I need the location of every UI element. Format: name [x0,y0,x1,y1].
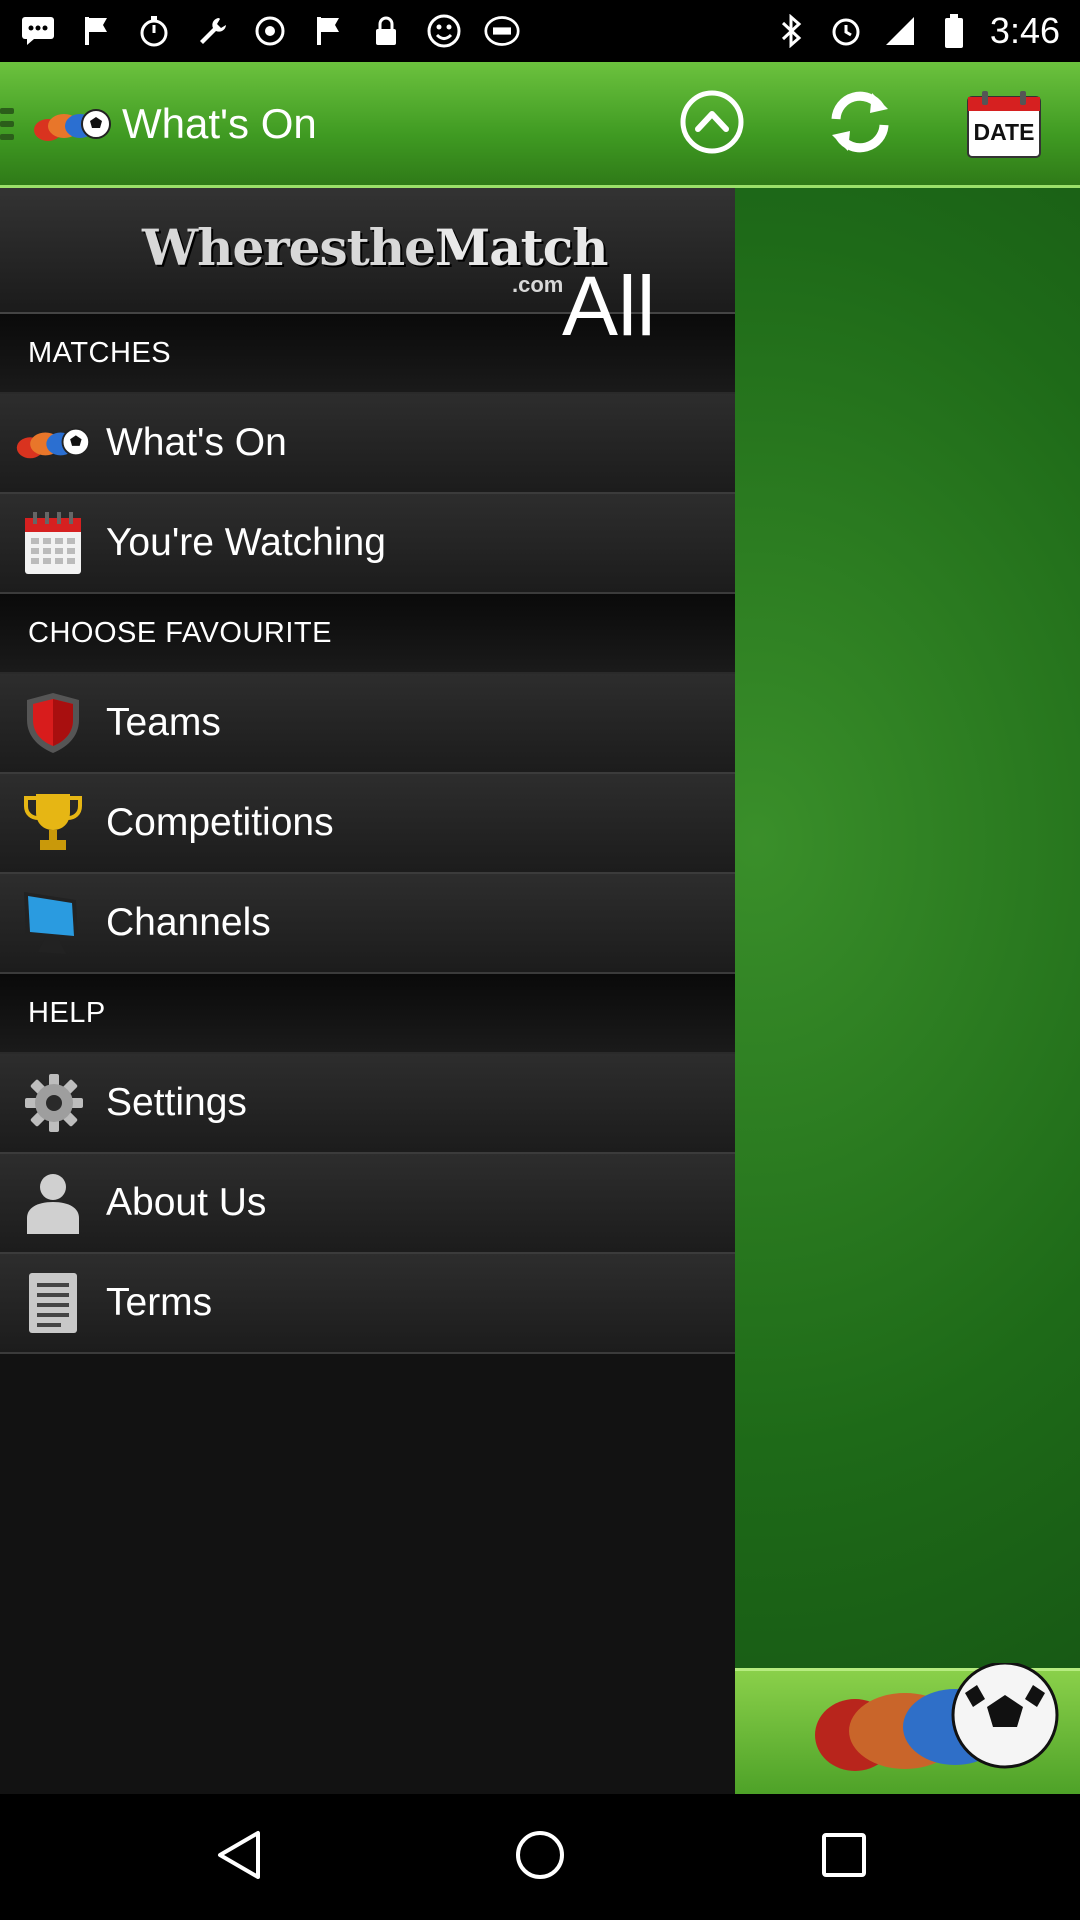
app-header: What's On DATE [0,62,1080,188]
back-button[interactable] [208,1827,268,1887]
brand-logo-part: the [346,218,436,277]
menu-item-label: Settings [106,1081,247,1124]
menu-item-label: Competitions [106,801,334,844]
menu-item-label: Terms [106,1281,213,1324]
menu-item-terms[interactable]: Terms [0,1254,735,1354]
sports-balls-icon [805,1661,1065,1788]
wrench-icon [194,13,230,49]
menu-icon[interactable] [0,108,14,148]
sports-balls-icon [14,408,92,478]
fox-sports-icon [484,13,520,49]
back-triangle-icon [214,1829,262,1886]
refresh-icon [822,89,898,160]
recents-button[interactable] [814,1827,874,1887]
section-header-help: HELP [0,974,735,1054]
lock-icon [368,13,404,49]
brand-domain: .com [512,272,564,297]
menu-item-label: What's On [106,421,287,464]
filter-label: All [562,259,656,353]
shield-icon [14,688,92,758]
brand-logo: WherestheMatch [142,218,609,277]
gear-icon [14,1068,92,1138]
calendar-icon [14,508,92,578]
refresh-button[interactable] [820,84,900,164]
recents-square-icon [820,1831,868,1884]
menu-item-channels[interactable]: Channels [0,874,735,974]
smiley-icon [426,13,462,49]
menu-item-about-us[interactable]: About Us [0,1154,735,1254]
flag-icon [78,13,114,49]
menu-item-label: Teams [106,701,221,744]
section-header-choose-favourite: CHOOSE FAVOURITE [0,594,735,674]
menu-item-teams[interactable]: Teams [0,674,735,774]
brand-logo-part: Wheres [142,218,348,277]
alarm-icon [828,13,864,49]
system-nav-bar [0,1794,1080,1920]
menu-item-whats-on[interactable]: What's On [0,394,735,494]
date-label: DATE [973,119,1035,145]
menu-item-label: You're Watching [106,521,386,564]
menu-item-label: About Us [106,1181,267,1224]
menu-item-settings[interactable]: Settings [0,1054,735,1154]
home-circle-icon [514,1829,566,1886]
person-icon [14,1168,92,1238]
header-title: What's On [122,100,317,147]
flag-icon [310,13,346,49]
bluetooth-icon [774,13,810,49]
menu-item-youre-watching[interactable]: You're Watching [0,494,735,594]
sports-balls-icon [32,102,112,153]
date-button[interactable]: DATE [962,84,1046,164]
system-icons: 3:46 [774,10,1060,52]
calendar-date-icon: DATE [966,89,1042,159]
notification-icons [20,10,520,52]
steam-icon [252,13,288,49]
brand-banner: WherestheMatch .com All [0,188,735,348]
battery-icon [936,13,972,49]
chevron-up-icon [679,89,745,160]
menu-item-competitions[interactable]: Competitions [0,774,735,874]
monitor-icon [14,888,92,958]
home-button[interactable] [510,1827,570,1887]
status-bar: 3:46 [0,0,1080,62]
chat-icon [20,13,56,49]
navigation-drawer: WherestheMatch .com All MATCHES What's O… [0,188,735,1794]
signal-icon [882,13,918,49]
sports-banner [735,1661,1080,1794]
document-icon [14,1268,92,1338]
stopwatch-icon [136,13,172,49]
clock: 3:46 [989,10,1060,51]
scroll-up-button[interactable] [672,84,752,164]
trophy-icon [14,788,92,858]
menu-item-label: Channels [106,901,271,944]
